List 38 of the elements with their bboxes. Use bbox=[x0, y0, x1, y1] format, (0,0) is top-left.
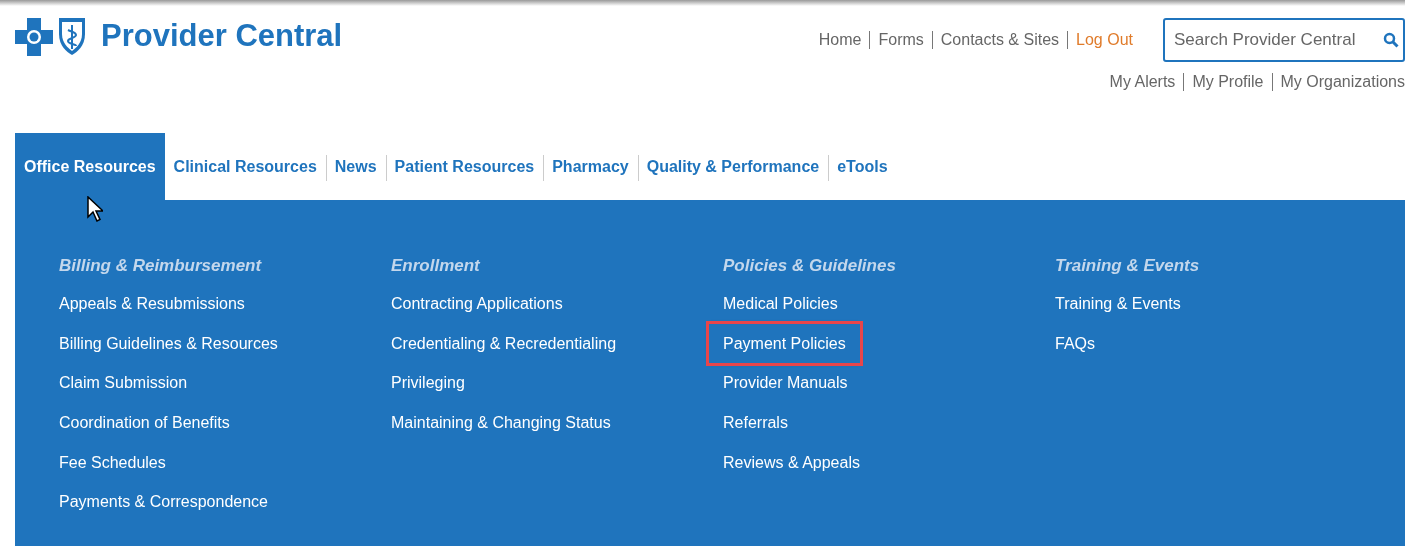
top-nav-link[interactable]: Forms bbox=[870, 31, 932, 49]
logo-icon bbox=[15, 16, 87, 56]
menu-link[interactable]: Provider Manuals bbox=[723, 373, 848, 414]
menu-link[interactable]: Credentialing & Recredentialing bbox=[391, 333, 617, 374]
menu-heading: Billing & Reimbursement bbox=[59, 256, 262, 276]
menu-link[interactable]: Reviews & Appeals bbox=[723, 452, 860, 493]
nav-tab[interactable]: News bbox=[325, 133, 386, 200]
menu-link[interactable]: Claim Submission bbox=[59, 373, 188, 414]
menu-link[interactable]: Fee Schedules bbox=[59, 452, 166, 493]
account-link[interactable]: My Profile bbox=[1184, 73, 1272, 91]
menu-link[interactable]: Appeals & Resubmissions bbox=[59, 294, 245, 334]
menu-heading: Training & Events bbox=[1055, 256, 1200, 276]
nav-tab[interactable]: Quality & Performance bbox=[637, 133, 829, 200]
top-nav-link[interactable]: Contacts & Sites bbox=[932, 31, 1068, 49]
nav-tab[interactable]: Patient Resources bbox=[385, 133, 544, 200]
account-link[interactable]: My Alerts bbox=[1101, 73, 1184, 91]
menu-link[interactable]: Contracting Applications bbox=[391, 294, 563, 334]
menu-link[interactable]: Training & Events bbox=[1055, 294, 1181, 334]
site-title: Provider Central bbox=[101, 18, 343, 54]
menu-link[interactable]: Maintaining & Changing Status bbox=[391, 413, 611, 453]
nav-tab[interactable]: eTools bbox=[828, 133, 897, 200]
search-field[interactable]: Search Provider Central bbox=[1163, 18, 1405, 62]
menu-link[interactable]: Privileging bbox=[391, 373, 465, 414]
menu-link[interactable]: Coordination of Benefits bbox=[59, 413, 230, 453]
menu-heading: Enrollment bbox=[391, 256, 480, 276]
account-link[interactable]: My Organizations bbox=[1272, 73, 1405, 91]
menu-link[interactable]: FAQs bbox=[1055, 333, 1095, 374]
search-icon[interactable] bbox=[1383, 32, 1399, 48]
top-nav-link[interactable]: Home bbox=[810, 31, 870, 49]
nav-tab[interactable]: Pharmacy bbox=[543, 133, 638, 200]
log-out-link[interactable]: Log Out bbox=[1068, 31, 1141, 49]
menu-link[interactable]: Referrals bbox=[723, 413, 788, 453]
menu-heading: Policies & Guidelines bbox=[723, 256, 896, 276]
menu-link[interactable]: Billing Guidelines & Resources bbox=[59, 333, 278, 374]
menu-link[interactable]: Payments & Correspondence bbox=[59, 492, 268, 533]
nav-tab[interactable]: Office Resources bbox=[15, 133, 165, 200]
nav-tab[interactable]: Clinical Resources bbox=[164, 133, 326, 200]
cursor-icon bbox=[87, 196, 103, 222]
